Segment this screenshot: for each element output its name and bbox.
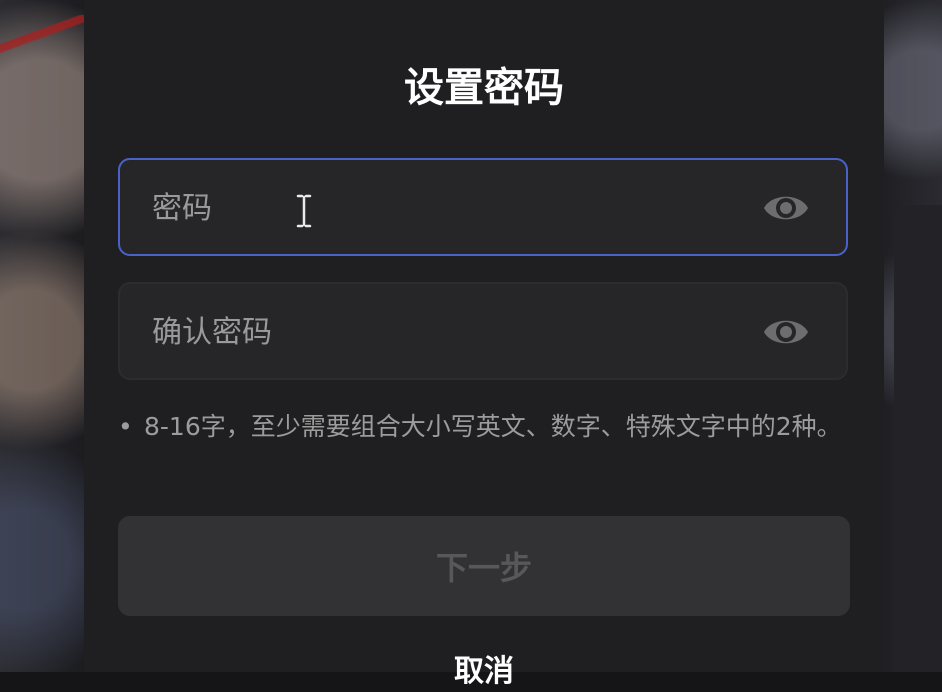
password-input[interactable]	[150, 160, 754, 256]
dialog-title: 设置密码	[84, 58, 884, 118]
confirm-password-field[interactable]	[118, 282, 848, 380]
background-side-panel	[894, 205, 942, 672]
background-decoration	[0, 15, 85, 55]
eye-icon[interactable]	[762, 312, 810, 352]
hint-text: 8-16字，至少需要组合大小写英文、数字、特殊文字中的2种。	[144, 407, 848, 447]
confirm-password-input[interactable]	[150, 284, 754, 380]
next-button[interactable]: 下一步	[118, 516, 850, 616]
cancel-link[interactable]: 取消	[84, 652, 884, 692]
password-field[interactable]	[118, 158, 848, 256]
hint-bullet: •	[118, 407, 144, 447]
password-rule-hint: • 8-16字，至少需要组合大小写英文、数字、特殊文字中的2种。	[118, 407, 848, 447]
eye-icon[interactable]	[762, 188, 810, 228]
text-cursor-icon	[296, 194, 312, 228]
set-password-dialog: 设置密码 • 8-16字，至少需要组合大小写英文、数字、特殊文字中的2种。 下一…	[84, 0, 884, 672]
